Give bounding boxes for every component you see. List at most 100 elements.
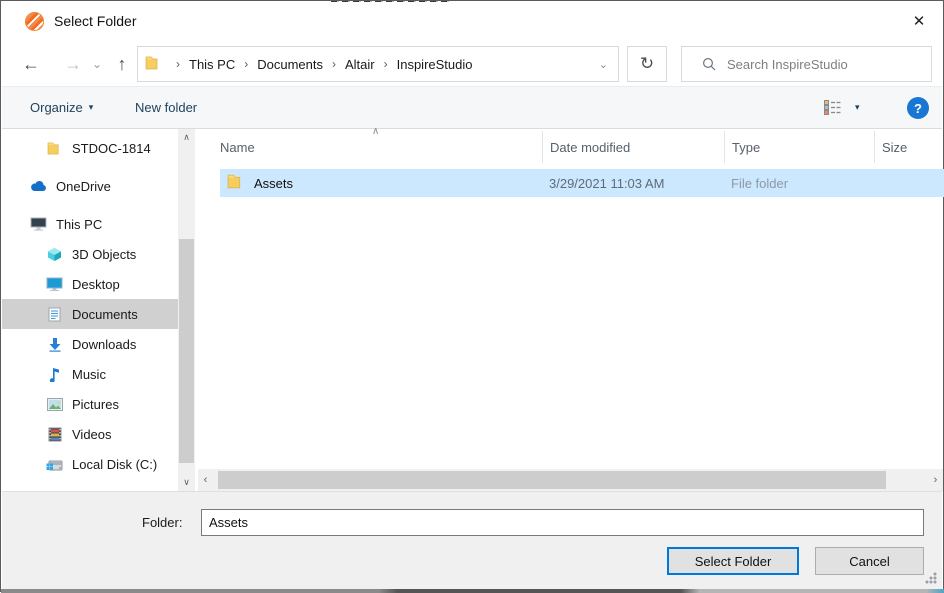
folder-name-input[interactable]	[201, 509, 924, 536]
back-icon: ←	[22, 54, 40, 75]
sidebar-item-label: This PC	[56, 217, 102, 232]
select-folder-button[interactable]: Select Folder	[667, 547, 799, 575]
help-icon: ?	[914, 101, 922, 116]
chevron-down-icon: ▾	[89, 102, 94, 113]
sidebar-item-videos[interactable]: Videos	[2, 419, 178, 449]
search-input[interactable]	[727, 49, 931, 79]
address-bar[interactable]: › This PC › Documents › Altair › Inspire…	[137, 46, 619, 82]
up-button[interactable]: ↑	[108, 41, 136, 87]
chevron-down-icon: ⌄	[599, 59, 608, 71]
documents-icon	[46, 306, 63, 322]
sidebar-item-downloads[interactable]: Downloads	[2, 329, 178, 359]
search-box	[681, 46, 932, 82]
breadcrumb-this-pc[interactable]: This PC	[187, 57, 237, 72]
scroll-right-button[interactable]: ›	[928, 469, 943, 491]
breadcrumb-documents[interactable]: Documents	[255, 57, 325, 72]
address-dropdown-button[interactable]: ⌄	[589, 58, 618, 71]
onedrive-icon	[30, 178, 47, 194]
folder-field-label: Folder:	[142, 515, 182, 530]
close-icon: ✕	[913, 12, 926, 30]
command-toolbar: Organize ▾ New folder ▾ ?	[2, 87, 942, 129]
file-date-cell: 3/29/2021 11:03 AM	[542, 176, 724, 191]
dialog-footer: Folder: Select Folder Cancel	[2, 491, 942, 589]
background-taskbar-strip	[1, 589, 944, 593]
forward-icon: →	[64, 54, 82, 75]
file-name: Assets	[254, 176, 293, 191]
altair-logo-icon	[25, 12, 44, 31]
titlebar: Select Folder ✕	[2, 2, 942, 41]
help-button[interactable]: ?	[907, 97, 929, 119]
breadcrumb-separator: ›	[169, 57, 187, 71]
column-header-size[interactable]: Size	[874, 131, 944, 163]
sidebar-item-label: Documents	[72, 307, 138, 322]
resize-grip[interactable]	[925, 572, 937, 584]
column-headers: Name Date modified Type Size	[195, 131, 944, 163]
organize-label: Organize	[30, 100, 83, 115]
cancel-label: Cancel	[849, 554, 889, 569]
3d-objects-icon	[46, 246, 63, 262]
sidebar-item-local-disk-c[interactable]: Local Disk (C:)	[2, 449, 178, 479]
search-icon	[702, 57, 716, 71]
select-folder-label: Select Folder	[695, 554, 772, 569]
sidebar-item-label: Music	[72, 367, 106, 382]
sidebar-item-this-pc[interactable]: This PC	[2, 209, 178, 239]
sidebar-item-label: STDOC-1814	[72, 141, 151, 156]
sidebar-item-pictures[interactable]: Pictures	[2, 389, 178, 419]
close-button[interactable]: ✕	[902, 6, 936, 36]
navigation-pane: STDOC-1814 OneDrive This PC 3D Objects D…	[2, 129, 178, 491]
column-label: Type	[732, 140, 760, 155]
sidebar-item-3d-objects[interactable]: 3D Objects	[2, 239, 178, 269]
sidebar-item-stdoc-1814[interactable]: STDOC-1814	[2, 133, 178, 163]
scroll-left-button[interactable]: ‹	[198, 469, 213, 491]
breadcrumb-inspirestudio[interactable]: InspireStudio	[395, 57, 475, 72]
sidebar-item-label: Downloads	[72, 337, 136, 352]
sidebar-item-label: Pictures	[72, 397, 119, 412]
desktop-icon	[46, 276, 63, 292]
forward-button[interactable]: →	[58, 41, 88, 87]
sidebar-scrollbar-thumb[interactable]	[179, 239, 194, 463]
column-header-type[interactable]: Type	[724, 131, 874, 163]
sidebar-item-label: Videos	[72, 427, 112, 442]
file-row-assets[interactable]: Assets 3/29/2021 11:03 AM File folder	[220, 169, 944, 197]
new-folder-button[interactable]: New folder	[135, 87, 197, 128]
scroll-up-button[interactable]: ∧	[178, 129, 195, 146]
navigation-bar: ← → ⌄ ↑ › This PC › Documents › Altair ›…	[2, 41, 942, 87]
scroll-down-button[interactable]: ∨	[178, 474, 195, 491]
sidebar-item-documents[interactable]: Documents	[2, 299, 178, 329]
column-label: Date modified	[550, 140, 630, 155]
sidebar-item-label: OneDrive	[56, 179, 111, 194]
back-button[interactable]: ←	[16, 41, 46, 87]
column-label: Name	[220, 140, 255, 155]
change-view-button[interactable]	[824, 87, 841, 128]
cancel-button[interactable]: Cancel	[815, 547, 924, 575]
sidebar-scrollbar[interactable]: ∧ ∨	[178, 129, 195, 491]
horizontal-scrollbar[interactable]: ‹ ›	[198, 469, 943, 491]
folder-icon	[227, 174, 244, 192]
breadcrumb-altair[interactable]: Altair	[343, 57, 377, 72]
sidebar-item-label: Local Disk (C:)	[72, 457, 157, 472]
downloads-icon	[46, 336, 63, 352]
up-icon: ↑	[118, 54, 127, 75]
view-dropdown-button[interactable]: ▾	[855, 87, 871, 128]
file-type-cell: File folder	[724, 176, 874, 191]
pictures-icon	[46, 396, 63, 412]
column-label: Size	[882, 140, 907, 155]
local-disk-icon	[46, 456, 63, 472]
file-list-pane: ∧ Name Date modified Type Size Assets 3/…	[195, 129, 944, 491]
music-icon	[46, 366, 63, 382]
breadcrumb-separator: ›	[325, 57, 343, 71]
sidebar-item-music[interactable]: Music	[2, 359, 178, 389]
refresh-button[interactable]: ↻	[627, 46, 667, 82]
organize-button[interactable]: Organize ▾	[30, 87, 93, 128]
sidebar-item-onedrive[interactable]: OneDrive	[2, 171, 178, 201]
window-title: Select Folder	[54, 13, 136, 29]
folder-icon	[145, 56, 161, 73]
recent-locations-button[interactable]: ⌄	[88, 41, 106, 87]
sidebar-item-label: Desktop	[72, 277, 120, 292]
column-header-date-modified[interactable]: Date modified	[542, 131, 724, 163]
horizontal-scrollbar-thumb[interactable]	[218, 471, 886, 489]
column-header-name[interactable]: Name	[195, 131, 542, 163]
sidebar-item-desktop[interactable]: Desktop	[2, 269, 178, 299]
chevron-down-icon: ⌄	[92, 57, 102, 71]
new-folder-label: New folder	[135, 100, 197, 115]
